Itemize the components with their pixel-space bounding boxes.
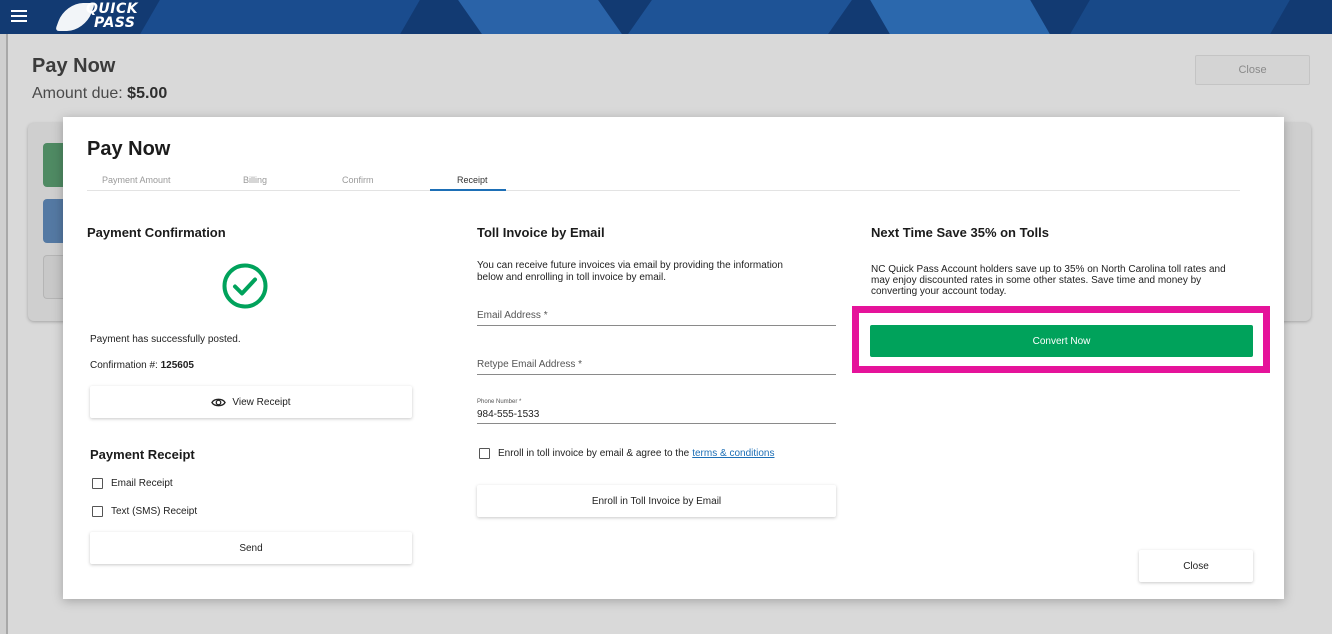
- check-circle-icon: [222, 263, 268, 309]
- send-button[interactable]: Send: [90, 532, 412, 564]
- email-receipt-checkbox[interactable]: [92, 478, 103, 489]
- enroll-agreement: Enroll in toll invoice by email & agree …: [479, 448, 774, 459]
- phone-field[interactable]: Phone Number * 984-555-1533: [477, 396, 836, 424]
- phone-label: Phone Number *: [477, 399, 522, 405]
- view-receipt-button[interactable]: View Receipt: [90, 386, 412, 418]
- sms-receipt-option[interactable]: Text (SMS) Receipt: [92, 506, 197, 517]
- promo-text-line: NC Quick Pass Account holders save up to…: [871, 264, 1226, 275]
- tab-receipt[interactable]: Receipt: [457, 175, 488, 185]
- email-field[interactable]: Email Address *: [477, 307, 836, 326]
- amount-due-label: Amount due:: [32, 85, 128, 102]
- background-tile: [43, 199, 65, 243]
- toll-invoice-heading: Toll Invoice by Email: [477, 225, 605, 240]
- toll-invoice-description: You can receive future invoices via emai…: [477, 260, 837, 284]
- terms-link[interactable]: terms & conditions: [692, 448, 774, 459]
- payment-posted-text: Payment has successfully posted.: [90, 334, 241, 345]
- logo-line1: QUICK: [86, 1, 139, 17]
- modal-close-button[interactable]: Close: [1139, 550, 1253, 582]
- tab-payment-amount[interactable]: Payment Amount: [102, 175, 171, 185]
- confirmation-number: Confirmation #: 125605: [90, 360, 194, 371]
- logo-line2: PASS: [94, 15, 136, 31]
- view-receipt-label: View Receipt: [232, 396, 291, 408]
- confirmation-label: Confirmation #:: [90, 360, 158, 371]
- header-pattern: [140, 0, 420, 34]
- menu-icon[interactable]: [9, 7, 29, 27]
- amount-due-value: $5.00: [127, 85, 168, 102]
- toll-invoice-description-line: You can receive future invoices via emai…: [477, 260, 783, 271]
- confirmation-value: 125605: [160, 360, 194, 371]
- promo-heading: Next Time Save 35% on Tolls: [871, 225, 1049, 240]
- background-tile: [43, 143, 65, 187]
- header-pattern: [870, 0, 1050, 34]
- left-edge: [0, 34, 8, 634]
- active-tab-indicator: [430, 189, 506, 191]
- page-close-button[interactable]: Close: [1195, 55, 1310, 85]
- payment-receipt-heading: Payment Receipt: [90, 447, 195, 462]
- phone-value: 984-555-1533: [477, 409, 540, 420]
- payment-confirmation-heading: Payment Confirmation: [87, 225, 226, 240]
- enroll-toll-invoice-button[interactable]: Enroll in Toll Invoice by Email: [477, 485, 836, 517]
- convert-highlight-frame: [852, 306, 1270, 373]
- email-receipt-label: Email Receipt: [111, 478, 173, 489]
- promo-text-line: may enjoy discounted rates in some other…: [871, 275, 1202, 286]
- header-pattern: [458, 0, 622, 34]
- background-tile: [43, 255, 65, 299]
- eye-icon: [211, 398, 227, 406]
- quick-pass-logo[interactable]: QUICK PASS: [54, 1, 170, 33]
- header-pattern: [1070, 0, 1290, 34]
- step-tabs: Payment Amount Billing Confirm Receipt: [87, 172, 1240, 191]
- logo-wordmark: QUICK PASS: [86, 2, 138, 30]
- tab-confirm[interactable]: Confirm: [342, 175, 374, 185]
- sms-receipt-checkbox[interactable]: [92, 506, 103, 517]
- enroll-agree-label: Enroll in toll invoice by email & agree …: [498, 448, 690, 459]
- toll-invoice-description-line: below and enrolling in toll invoice by e…: [477, 272, 666, 283]
- email-placeholder: Email Address *: [477, 310, 548, 321]
- header-pattern: [628, 0, 852, 34]
- tab-billing[interactable]: Billing: [243, 175, 267, 185]
- enroll-agree-checkbox[interactable]: [479, 448, 490, 459]
- sms-receipt-label: Text (SMS) Receipt: [111, 506, 198, 517]
- promo-text-line: converting your account today.: [871, 286, 1007, 297]
- retype-email-placeholder: Retype Email Address *: [477, 359, 583, 370]
- email-receipt-option[interactable]: Email Receipt: [92, 478, 173, 489]
- promo-text: NC Quick Pass Account holders save up to…: [871, 264, 1271, 297]
- modal-title: Pay Now: [87, 138, 171, 160]
- app-header: QUICK PASS: [0, 0, 1332, 34]
- amount-due: Amount due: $5.00: [32, 85, 167, 103]
- retype-email-field[interactable]: Retype Email Address *: [477, 356, 836, 375]
- page-title: Pay Now: [32, 55, 116, 77]
